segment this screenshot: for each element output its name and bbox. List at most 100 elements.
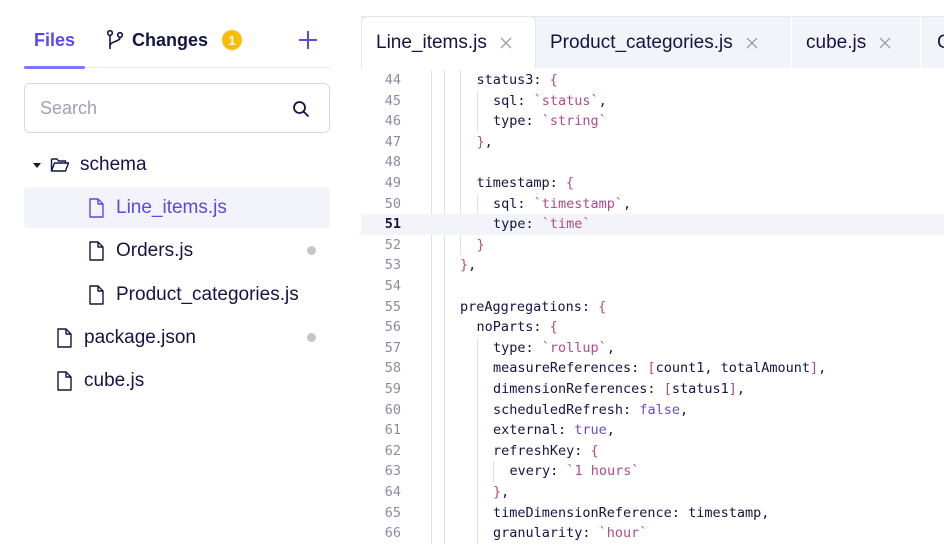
tree-folder[interactable]: schema — [24, 144, 330, 185]
editor-tab-label: C — [937, 31, 944, 53]
editor-tab-label: cube.js — [806, 31, 867, 53]
code-token: , — [679, 401, 689, 418]
code-token: measureReferences: — [493, 360, 648, 377]
code-text: every: `1 hours` — [510, 461, 640, 482]
code-line[interactable]: 51 type: `time` — [361, 214, 944, 235]
code-text: refreshKey: { — [493, 441, 599, 462]
code-text: dimensionReferences: [status1], — [493, 379, 745, 400]
close-icon[interactable] — [878, 36, 892, 50]
tree-item-label: package.json — [84, 326, 196, 348]
code-line[interactable]: 56 noParts: { — [361, 317, 944, 338]
line-number: 58 — [384, 360, 401, 377]
code-token: { — [565, 175, 575, 191]
code-line[interactable]: 62 refreshKey: { — [361, 441, 944, 462]
line-number: 52 — [384, 236, 401, 253]
code-text: noParts: { — [477, 317, 558, 338]
tree-file[interactable]: Product_categories.js — [24, 274, 330, 315]
code-line[interactable]: 58 measureReferences: [count1, totalAmoun… — [361, 358, 944, 379]
tree-file[interactable]: Orders.js — [24, 230, 330, 271]
code-text: scheduledRefresh: false, — [493, 400, 688, 421]
sidebar-tabs: Files Changes 1 — [23, 24, 330, 69]
code-token: type: — [493, 113, 542, 130]
code-line[interactable]: 60 scheduledRefresh: false, — [361, 400, 944, 421]
code-line[interactable]: 66 granularity: `hour` — [361, 523, 944, 544]
code-text: }, — [493, 482, 509, 503]
line-number: 53 — [384, 257, 401, 274]
code-token: } — [493, 484, 502, 500]
code-line[interactable]: 65 timeDimensionReference: timestamp, — [361, 503, 944, 524]
code-line[interactable]: 48 — [361, 152, 944, 173]
code-text: measureReferences: [count1, totalAmount]… — [493, 358, 826, 379]
code-text: sql: `status`, — [493, 91, 607, 112]
line-number: 65 — [384, 504, 401, 521]
editor-tab[interactable]: Line_items.js — [361, 16, 536, 69]
line-number: 63 — [384, 463, 401, 480]
file-explorer-sidebar: Files Changes 1 schema Line_items.js Order… — [0, 0, 344, 545]
code-token: } — [476, 236, 485, 253]
file-icon — [57, 370, 72, 391]
code-area[interactable]: 44 status3: {45 sql: `status`, 46 type: `str… — [361, 68, 944, 545]
tree-item-label: Orders.js — [116, 239, 194, 261]
code-line[interactable]: 61 external: true, — [361, 420, 944, 441]
line-number: 60 — [384, 401, 401, 418]
tree-item-label: Line_items.js — [116, 196, 227, 218]
editor-tab[interactable]: cube.js — [792, 16, 921, 69]
code-line[interactable]: 47}, — [361, 132, 944, 153]
code-token: `time` — [541, 216, 591, 233]
editor-tab[interactable]: C — [921, 16, 944, 69]
code-line[interactable]: 46 type: `string` — [361, 111, 944, 132]
code-line[interactable]: 53}, — [361, 255, 944, 276]
code-token: timeDimensionReference: timestamp, — [493, 504, 770, 521]
editor-tab[interactable]: Product_categories.js — [536, 16, 792, 69]
tab-changes[interactable]: Changes 1 — [106, 29, 243, 68]
tab-files-label: Files — [34, 30, 76, 50]
close-icon[interactable] — [499, 36, 513, 50]
search-box — [24, 83, 330, 133]
code-token: , — [606, 339, 615, 356]
code-token: true — [574, 422, 607, 439]
code-token: refreshKey: — [493, 442, 591, 459]
changes-count-badge: 1 — [222, 30, 243, 50]
code-line[interactable]: 45 sql: `status`, — [361, 91, 944, 112]
search-icon[interactable] — [291, 99, 311, 119]
line-number: 49 — [384, 175, 401, 191]
tree-file[interactable]: cube.js — [24, 360, 330, 401]
code-token: sql: — [493, 195, 534, 212]
code-token: `hour` — [598, 525, 648, 542]
code-line[interactable]: 55 preAggregations: { — [361, 297, 944, 318]
code-text: preAggregations: { — [460, 297, 606, 318]
code-line[interactable]: 50 sql: `timestamp`, — [361, 194, 944, 215]
code-line[interactable]: 54 — [361, 276, 944, 297]
folder-open-icon — [50, 157, 70, 172]
code-token: `string` — [541, 113, 607, 130]
code-line[interactable]: 63 every: `1 hours` — [361, 461, 944, 482]
tab-files[interactable]: Files — [23, 30, 86, 69]
plus-icon[interactable] — [296, 28, 320, 52]
code-line[interactable]: 44 status3: { — [361, 70, 944, 91]
search-input[interactable] — [25, 97, 275, 119]
code-token: , — [736, 381, 746, 397]
tree-file[interactable]: package.json — [24, 317, 330, 358]
code-line[interactable]: 59 dimensionReferences: [status1], — [361, 379, 944, 400]
line-number: 59 — [384, 381, 401, 397]
caret-down-icon[interactable] — [32, 160, 42, 170]
code-token: every: — [509, 463, 567, 480]
code-text: type: `time` — [493, 214, 591, 235]
code-token: type: — [493, 216, 542, 233]
code-line[interactable]: 64}, — [361, 482, 944, 503]
code-line[interactable]: 49 timestamp: { — [361, 173, 944, 194]
editor-tab-label: Product_categories.js — [550, 31, 733, 53]
code-line[interactable]: 57 type: `rollup`, — [361, 338, 944, 359]
code-token: granularity: — [493, 525, 599, 542]
code-token: , — [484, 133, 493, 150]
tree-file[interactable]: Line_items.js — [24, 187, 330, 228]
code-text: status3: { — [477, 70, 558, 91]
line-number: 55 — [384, 298, 401, 315]
code-token: { — [598, 298, 607, 315]
close-icon[interactable] — [745, 36, 759, 50]
code-token: status3: — [476, 72, 550, 88]
code-token: { — [549, 319, 558, 336]
line-number: 54 — [384, 278, 401, 294]
code-line[interactable]: 52} — [361, 235, 944, 256]
file-icon — [57, 327, 72, 348]
